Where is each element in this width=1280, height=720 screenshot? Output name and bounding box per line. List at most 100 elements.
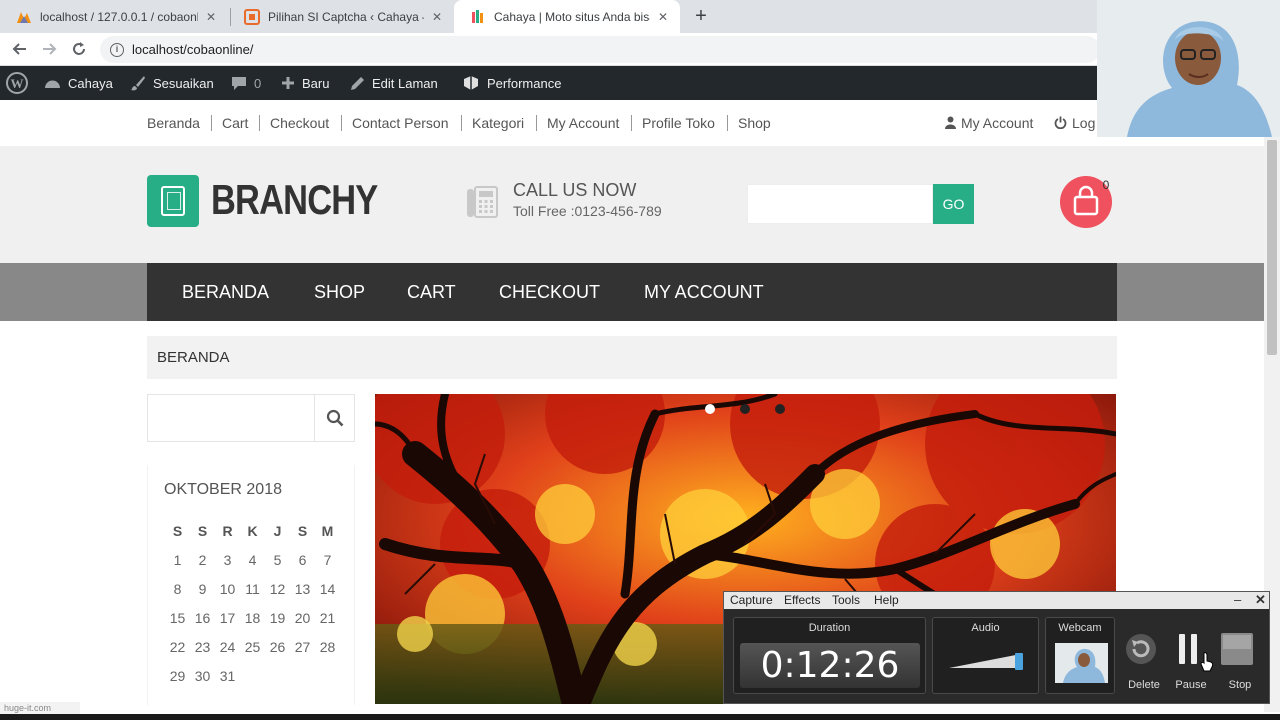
- top-nav-cart[interactable]: Cart: [222, 115, 248, 131]
- calendar-day[interactable]: 5: [265, 552, 290, 581]
- forward-icon[interactable]: [37, 38, 61, 60]
- close-icon[interactable]: ✕: [204, 10, 218, 24]
- admin-new[interactable]: Baru: [281, 66, 329, 100]
- address-bar[interactable]: i localhost/cobaonline/: [100, 36, 1100, 63]
- top-nav-kategori[interactable]: Kategori: [472, 115, 524, 131]
- slider-dot[interactable]: [740, 404, 750, 414]
- admin-performance[interactable]: Performance: [462, 66, 561, 100]
- calendar-day[interactable]: 23: [190, 639, 215, 668]
- header-search-go-button[interactable]: GO: [933, 184, 974, 224]
- calendar-day[interactable]: 8: [165, 581, 190, 610]
- delete-button[interactable]: Delete: [1124, 632, 1164, 691]
- sidebar-search-button[interactable]: [314, 395, 355, 441]
- top-nav-shop[interactable]: Shop: [738, 115, 771, 131]
- calendar-day: [265, 668, 290, 697]
- top-nav-checkout[interactable]: Checkout: [270, 115, 329, 131]
- tab-cahaya-site[interactable]: Cahaya | Moto situs Anda bisa di ✕: [454, 0, 680, 33]
- main-nav-cart[interactable]: CART: [407, 282, 456, 303]
- calendar-day[interactable]: 27: [290, 639, 315, 668]
- calendar-day[interactable]: 17: [215, 610, 240, 639]
- tab-phpmyadmin[interactable]: localhost / 127.0.0.1 / cobaonline ✕: [0, 0, 228, 33]
- wordpress-logo-icon[interactable]: W: [6, 66, 28, 100]
- back-icon[interactable]: [8, 38, 32, 60]
- calendar-day[interactable]: 4: [240, 552, 265, 581]
- audio-label: Audio: [971, 622, 1000, 634]
- calendar-widget: OKTOBER 2018 S S R K J S M 1 2 3 4 5 6 7 8 9 10 11…: [147, 465, 355, 705]
- close-icon[interactable]: ✕: [656, 10, 670, 24]
- logout-link[interactable]: Log: [1072, 115, 1095, 131]
- header-my-account-link[interactable]: My Account: [961, 115, 1033, 131]
- calendar-day[interactable]: 3: [215, 552, 240, 581]
- admin-site-name[interactable]: Cahaya: [44, 66, 113, 100]
- calendar-day[interactable]: 11: [240, 581, 265, 610]
- recorder-menu-capture[interactable]: Capture: [730, 593, 773, 607]
- calendar-title: OKTOBER 2018: [164, 481, 282, 498]
- minimize-icon[interactable]: –: [1234, 592, 1241, 607]
- close-icon[interactable]: ✕: [1255, 592, 1266, 608]
- calendar-day[interactable]: 28: [315, 639, 340, 668]
- calendar-weekday: S: [172, 523, 183, 539]
- slider-dot[interactable]: [775, 404, 785, 414]
- calendar-day[interactable]: 26: [265, 639, 290, 668]
- calendar-day[interactable]: 24: [215, 639, 240, 668]
- sidebar-search-input[interactable]: [148, 395, 314, 441]
- sidebar-search: [147, 394, 355, 442]
- top-nav-contact-person[interactable]: Contact Person: [352, 115, 449, 131]
- webcam-thumbnail[interactable]: [1055, 643, 1108, 683]
- breadcrumb: BERANDA: [147, 336, 1117, 379]
- calendar-day[interactable]: 30: [190, 668, 215, 697]
- audio-level-slider[interactable]: [947, 650, 1027, 672]
- calendar-day[interactable]: 31: [215, 668, 240, 697]
- slider-dots: [705, 404, 810, 416]
- calendar-day[interactable]: 25: [240, 639, 265, 668]
- recorder-menu-tools[interactable]: Tools: [832, 593, 860, 607]
- tab-title: Pilihan SI Captcha ‹ Cahaya — W: [268, 9, 424, 24]
- main-nav-checkout[interactable]: CHECKOUT: [499, 282, 600, 303]
- calendar-day[interactable]: 6: [290, 552, 315, 581]
- calendar-day[interactable]: 21: [315, 610, 340, 639]
- main-nav-shop[interactable]: SHOP: [314, 282, 365, 303]
- admin-edit-page[interactable]: Edit Laman: [350, 66, 438, 100]
- audio-panel: Audio: [932, 617, 1039, 694]
- performance-icon: [464, 76, 478, 90]
- tab-captcha-settings[interactable]: Pilihan SI Captcha ‹ Cahaya — W ✕: [228, 0, 454, 33]
- calendar-day[interactable]: 10: [215, 581, 240, 610]
- calendar-day[interactable]: 13: [290, 581, 315, 610]
- calendar-day[interactable]: 20: [290, 610, 315, 639]
- nav-separator: [631, 115, 632, 131]
- calendar-day[interactable]: 12: [265, 581, 290, 610]
- new-tab-button[interactable]: +: [690, 4, 712, 28]
- top-nav-my-account[interactable]: My Account: [547, 115, 619, 131]
- calendar-day[interactable]: 29: [165, 668, 190, 697]
- admin-comments[interactable]: 0: [231, 66, 261, 100]
- slider-dot[interactable]: [705, 404, 715, 414]
- calendar-day[interactable]: 18: [240, 610, 265, 639]
- info-icon[interactable]: i: [110, 42, 124, 57]
- calendar-weekday: S: [197, 523, 208, 539]
- calendar-day[interactable]: 9: [190, 581, 215, 610]
- calendar-day[interactable]: 22: [165, 639, 190, 668]
- close-icon[interactable]: ✕: [430, 10, 444, 24]
- top-nav-beranda[interactable]: Beranda: [147, 115, 200, 131]
- calendar-day[interactable]: 1: [165, 552, 190, 581]
- page-scrollbar-thumb[interactable]: [1267, 140, 1277, 355]
- header-search-input[interactable]: [747, 184, 933, 224]
- calendar-day[interactable]: 16: [190, 610, 215, 639]
- reload-icon[interactable]: [67, 38, 91, 60]
- phone-icon: [467, 186, 498, 218]
- site-logo-text[interactable]: BRANCHY: [211, 176, 378, 224]
- calendar-day[interactable]: 7: [315, 552, 340, 581]
- recorder-menubar: Capture Effects Tools Help – ✕: [724, 592, 1269, 609]
- calendar-day[interactable]: 19: [265, 610, 290, 639]
- calendar-day[interactable]: 2: [190, 552, 215, 581]
- top-nav-profile-toko[interactable]: Profile Toko: [642, 115, 715, 131]
- recorder-menu-effects[interactable]: Effects: [784, 593, 820, 607]
- calendar-day[interactable]: 15: [165, 610, 190, 639]
- calendar-day[interactable]: 14: [315, 581, 340, 610]
- recorder-menu-help[interactable]: Help: [874, 593, 899, 607]
- main-nav-beranda[interactable]: BERANDA: [182, 282, 269, 303]
- admin-customize[interactable]: Sesuaikan: [130, 66, 214, 100]
- logo-mark-icon[interactable]: [147, 175, 199, 227]
- main-nav-my-account[interactable]: MY ACCOUNT: [644, 282, 764, 303]
- stop-button[interactable]: Stop: [1220, 632, 1260, 691]
